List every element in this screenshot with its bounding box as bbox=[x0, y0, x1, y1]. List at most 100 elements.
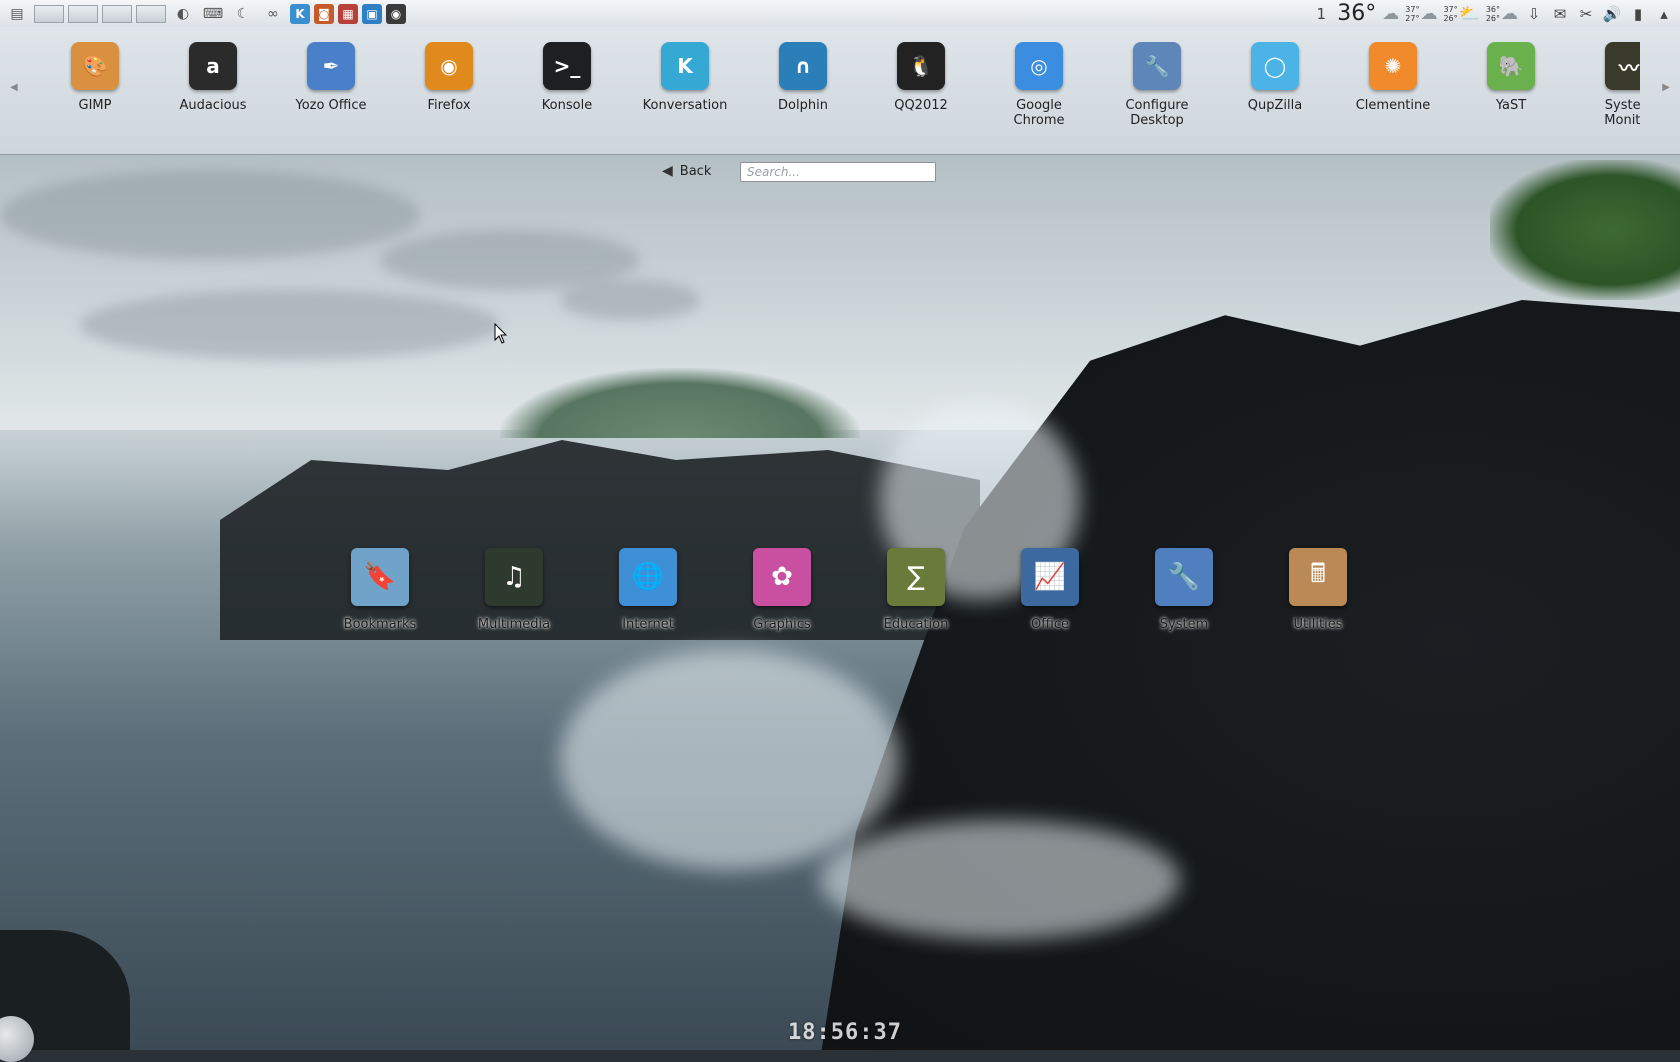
virtual-desktop-2[interactable] bbox=[68, 4, 98, 23]
virtual-desktop-1[interactable] bbox=[34, 4, 64, 23]
yozo-office-icon: ✒ bbox=[307, 42, 355, 90]
konversation-icon: K bbox=[661, 42, 709, 90]
category-bookmarks[interactable]: 🔖 Bookmarks bbox=[313, 548, 447, 632]
launcher-app-label: GIMP bbox=[78, 98, 112, 113]
game-task-icon[interactable]: ▦ bbox=[338, 3, 358, 24]
night-mode-icon[interactable]: ☾ bbox=[230, 4, 256, 24]
moon-phase-icon[interactable]: ◐ bbox=[170, 4, 196, 24]
wallpaper-cloud bbox=[80, 290, 500, 360]
application-menu-icon[interactable]: ▤ bbox=[4, 4, 30, 24]
cloud-icon: ☁ bbox=[1420, 3, 1438, 24]
multimedia-icon: ♫ bbox=[485, 548, 543, 606]
launcher-app-label: Clementine bbox=[1355, 98, 1431, 113]
launcher-app[interactable]: ✺ Clementine bbox=[1334, 42, 1452, 154]
back-label: Back bbox=[679, 163, 712, 179]
launcher-app-label: QupZilla bbox=[1247, 98, 1303, 113]
category-office[interactable]: 📈 Office bbox=[983, 548, 1117, 632]
launcher-app-label: System Monitor bbox=[1604, 98, 1640, 128]
launcher-app[interactable]: ∩ Dolphin bbox=[744, 42, 862, 154]
launcher-app-label: YaST bbox=[1495, 98, 1527, 113]
launcher-app[interactable]: 🔧 Configure Desktop bbox=[1098, 42, 1216, 154]
dolphin-icon: ∩ bbox=[779, 42, 827, 90]
category-label: Internet bbox=[622, 617, 674, 632]
current-temperature[interactable]: 36° bbox=[1337, 1, 1376, 26]
launcher-app-label: Audacious bbox=[179, 98, 247, 113]
screenshot-task-icon[interactable]: ◉ bbox=[386, 3, 406, 24]
launcher-app-label: Yozo Office bbox=[295, 98, 367, 113]
wallpaper-splash bbox=[820, 820, 1180, 940]
virtual-desktop-4[interactable] bbox=[136, 4, 166, 23]
glasses-icon[interactable]: ∞ bbox=[260, 4, 286, 24]
graphics-color-wheel-icon: ✿ bbox=[753, 548, 811, 606]
launcher-app[interactable]: a Audacious bbox=[154, 42, 272, 154]
weather-forecast-day: 36° 26° ☁ bbox=[1486, 4, 1518, 24]
weather-now: ☁ bbox=[1382, 4, 1399, 24]
tray-expand-icon[interactable]: ▴ bbox=[1654, 5, 1674, 23]
virtual-desktop-3[interactable] bbox=[102, 4, 132, 23]
wallpaper-splash bbox=[560, 650, 900, 870]
launcher-app[interactable]: 🎨 GIMP bbox=[36, 42, 154, 154]
desktop-clock: 18:56:37 bbox=[788, 1020, 902, 1045]
kde-task-icon[interactable]: K bbox=[290, 3, 310, 24]
top-panel: ▤ ◐ ⌨ ☾ ∞ K ◙ ▦ ▣ ◉ 1 36° ☁ 37° 27° ☁ 37°… bbox=[0, 0, 1680, 28]
forecast-high: 36° bbox=[1485, 4, 1500, 14]
chrome-icon: ◎ bbox=[1015, 42, 1063, 90]
forecast-high: 37° bbox=[1405, 4, 1420, 14]
category-utilities[interactable]: 🖩 Utilities bbox=[1251, 548, 1385, 632]
launcher-app-label: Konsole bbox=[541, 98, 593, 113]
launcher-app[interactable]: 〰 System Monitor bbox=[1570, 42, 1640, 154]
category-internet[interactable]: 🌐 Internet bbox=[581, 548, 715, 632]
qupzilla-icon: ◯ bbox=[1251, 42, 1299, 90]
forecast-high: 37° bbox=[1443, 4, 1458, 14]
launcher-app[interactable]: ◯ QupZilla bbox=[1216, 42, 1334, 154]
category-label: Graphics bbox=[753, 617, 811, 632]
wallpaper-cloud bbox=[0, 170, 420, 260]
chat-icon[interactable]: ✉ bbox=[1550, 5, 1570, 23]
launcher-app[interactable]: ◉ Firefox bbox=[390, 42, 508, 154]
search-input[interactable] bbox=[740, 162, 936, 182]
system-monitor-icon: 〰 bbox=[1605, 42, 1640, 90]
category-system[interactable]: 🔧 System bbox=[1117, 548, 1251, 632]
back-arrow-icon: ◀ bbox=[662, 163, 673, 179]
clementine-icon: ✺ bbox=[1369, 42, 1417, 90]
internet-globe-icon: 🌐 bbox=[619, 548, 677, 606]
volume-icon[interactable]: 🔊 bbox=[1602, 5, 1622, 23]
launcher-app-label: Configure Desktop bbox=[1125, 98, 1189, 128]
scroll-left-arrow-icon[interactable]: ◀ bbox=[10, 82, 18, 93]
favorites-apps-row: 🎨 GIMP a Audacious ✒ Yozo Office ◉ Firefox >_ Kon… bbox=[36, 42, 1640, 154]
cloud-icon: ☁ bbox=[1382, 3, 1400, 24]
launcher-app[interactable]: K Konversation bbox=[626, 42, 744, 154]
gimp-icon: 🎨 bbox=[71, 42, 119, 90]
camera-task-icon[interactable]: ◙ bbox=[314, 3, 334, 24]
scissors-icon[interactable]: ✂ bbox=[1576, 5, 1596, 23]
category-label: Office bbox=[1031, 617, 1069, 632]
sun-cloud-icon: ⛅ bbox=[1458, 3, 1480, 24]
utilities-calculator-icon: 🖩 bbox=[1289, 548, 1347, 606]
firefox-icon: ◉ bbox=[425, 42, 473, 90]
category-label: Multimedia bbox=[477, 617, 551, 632]
system-wrench-icon: 🔧 bbox=[1155, 548, 1213, 606]
category-label: System bbox=[1159, 617, 1209, 632]
category-label: Utilities bbox=[1293, 617, 1343, 632]
launcher-app[interactable]: 🐘 YaST bbox=[1452, 42, 1570, 154]
qq-penguin-icon: 🐧 bbox=[897, 42, 945, 90]
scroll-right-arrow-icon[interactable]: ▶ bbox=[1662, 82, 1670, 93]
window-task-icon[interactable]: ▣ bbox=[362, 3, 382, 24]
launcher-app[interactable]: >_ Konsole bbox=[508, 42, 626, 154]
download-icon[interactable]: ⇩ bbox=[1524, 5, 1544, 23]
category-education[interactable]: ∑ Education bbox=[849, 548, 983, 632]
bookmarks-folder-icon: 🔖 bbox=[351, 548, 409, 606]
back-button[interactable]: ◀ Back bbox=[662, 163, 711, 179]
weather-forecast-day: 37° 26° ⛅ bbox=[1443, 4, 1479, 24]
notification-count-icon[interactable]: 1 bbox=[1311, 5, 1331, 23]
launcher-app[interactable]: ◎ Google Chrome bbox=[980, 42, 1098, 154]
category-graphics[interactable]: ✿ Graphics bbox=[715, 548, 849, 632]
weather-forecast-day: 37° 27° ☁ bbox=[1405, 4, 1437, 24]
battery-icon[interactable]: ▮ bbox=[1628, 5, 1648, 23]
forecast-low: 26° bbox=[1443, 13, 1458, 23]
launcher-app[interactable]: ✒ Yozo Office bbox=[272, 42, 390, 154]
launcher-app-label: Konversation bbox=[642, 98, 728, 113]
category-multimedia[interactable]: ♫ Multimedia bbox=[447, 548, 581, 632]
launcher-app[interactable]: 🐧 QQ2012 bbox=[862, 42, 980, 154]
keyboard-icon[interactable]: ⌨ bbox=[200, 4, 226, 24]
